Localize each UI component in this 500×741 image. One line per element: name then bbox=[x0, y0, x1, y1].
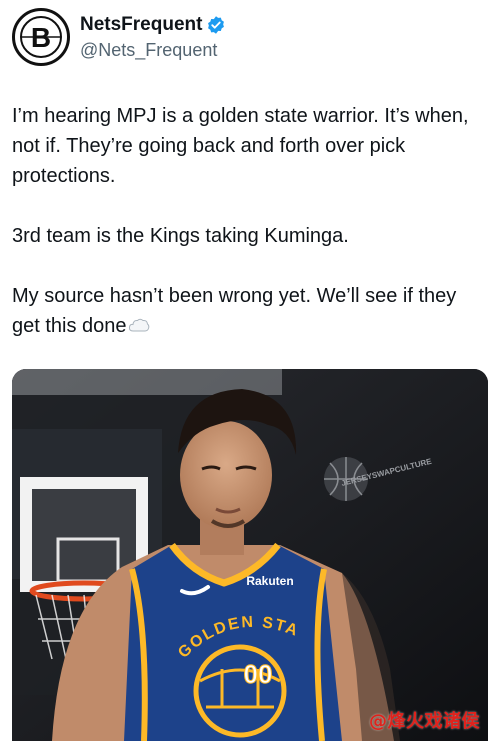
author-handle[interactable]: @Nets_Frequent bbox=[80, 40, 217, 61]
avatar[interactable]: B bbox=[12, 8, 70, 66]
jersey-number: 00 bbox=[244, 659, 273, 689]
author-display-name[interactable]: NetsFrequent bbox=[80, 14, 202, 36]
verified-badge-icon bbox=[206, 15, 226, 35]
author-name-row: NetsFrequent bbox=[80, 14, 226, 36]
tweet-paragraph-1: I’m hearing MPJ is a golden state warrio… bbox=[12, 105, 469, 187]
cloud-icon bbox=[128, 313, 150, 332]
tweet-paragraph-3: My source hasn’t been wrong yet. We’ll s… bbox=[12, 281, 488, 341]
tweet-paragraph-2: 3rd team is the Kings taking Kuminga. bbox=[12, 225, 349, 247]
corner-watermark: @烽火戏诸侯 bbox=[369, 711, 480, 732]
tweet-paragraph-3-text: My source hasn’t been wrong yet. We’ll s… bbox=[12, 285, 457, 337]
tweet-media-image[interactable]: JERSEYSWAPCULTURE Rakuten GOLDEN STATE 0… bbox=[12, 369, 488, 741]
nets-b-logo-icon: B bbox=[16, 12, 66, 62]
jersey-sponsor-text: Rakuten bbox=[246, 574, 293, 588]
player-photo: JERSEYSWAPCULTURE Rakuten GOLDEN STATE 0… bbox=[12, 369, 488, 741]
tweet-header: B NetsFrequent @Nets_Frequent bbox=[12, 8, 488, 70]
tweet-text: I’m hearing MPJ is a golden state warrio… bbox=[12, 101, 488, 341]
avatar-letter: B bbox=[31, 22, 51, 53]
